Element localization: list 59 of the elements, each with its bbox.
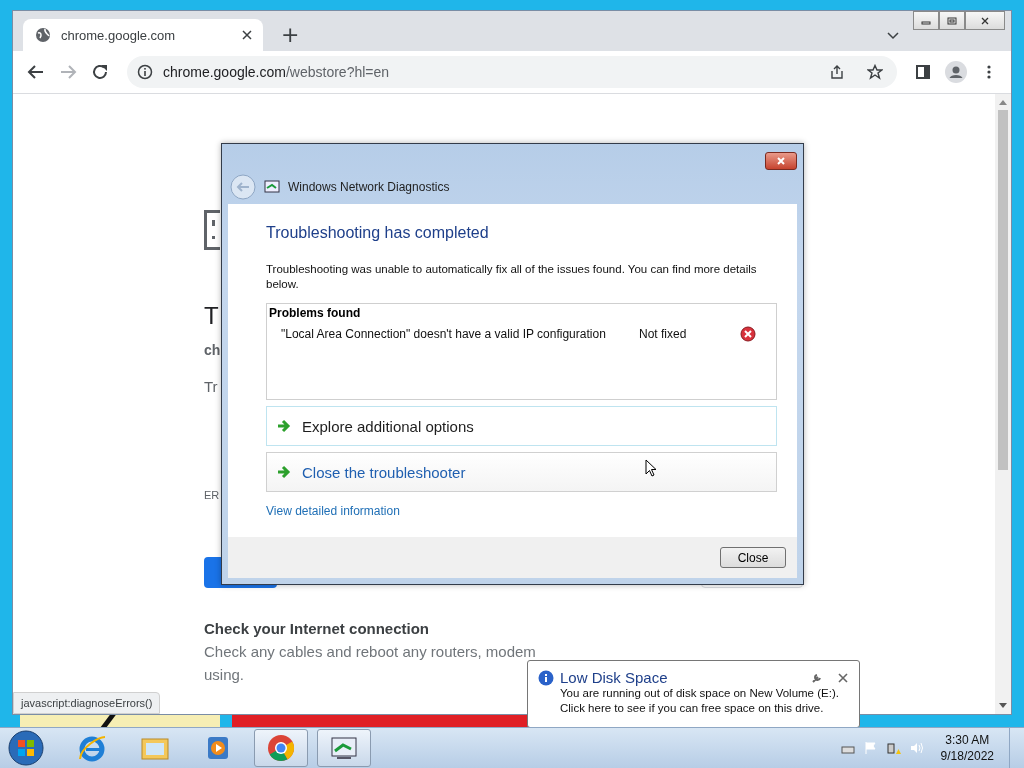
problem-description: "Local Area Connection" doesn't have a valid IP configuration [281, 327, 607, 341]
scrollbar[interactable] [995, 94, 1011, 714]
details-link[interactable]: View detailed information [266, 504, 400, 518]
arrow-icon [277, 465, 291, 479]
error-code: ER [204, 489, 220, 501]
notification-text: Click here to see if you can free space on this drive. [559, 701, 825, 716]
dialog-heading: Troubleshooting has completed [266, 224, 490, 242]
command-link[interactable]: Explore additional options [266, 406, 777, 446]
start-button[interactable] [8, 730, 44, 766]
info-icon [137, 64, 153, 80]
chrome-icon [266, 733, 296, 763]
profile-icon[interactable] [945, 61, 967, 83]
problems-header: Problems found [269, 306, 362, 320]
maximize-button[interactable] [939, 11, 965, 30]
arrow-icon [277, 419, 291, 433]
globe-icon [35, 27, 51, 43]
address-bar[interactable]: chrome.google.com/webstore?hl=en [127, 56, 897, 88]
section-text: Check any cables and reboot any routers, modem [204, 643, 536, 660]
taskbar-app[interactable] [254, 729, 308, 767]
section-title: Check your Internet connection [204, 620, 430, 637]
dialog-title: Windows Network Diagnostics [288, 180, 450, 194]
close-icon[interactable] [837, 671, 849, 684]
scroll-down-icon[interactable] [999, 703, 1007, 709]
notification-balloon[interactable]: Low Disk Space You are running out of disk space on New Volume (E:). Click here to see if you can free space on this drive. [527, 660, 860, 728]
share-icon[interactable] [829, 64, 845, 80]
document-icon [204, 210, 220, 250]
browser-tab[interactable]: chrome.google.com [23, 19, 263, 51]
star-icon[interactable] [867, 64, 883, 80]
back-icon[interactable] [27, 63, 45, 81]
reload-icon[interactable] [91, 63, 109, 81]
page-hint: Tr [204, 378, 218, 395]
maximize-icon [947, 16, 957, 25]
status-url: javascript:diagnoseErrors() [13, 692, 161, 714]
close-icon [980, 16, 990, 25]
notification-text: You are running out of disk space on New Volume (E:). [559, 686, 840, 701]
dialog-message: Troubleshooting was unable to automatically fix all of the issues found. You can find more details below. [266, 262, 758, 292]
close-button[interactable] [765, 152, 797, 170]
close-icon [775, 156, 787, 166]
side-panel-icon[interactable] [915, 64, 931, 80]
info-icon [538, 669, 554, 686]
problem-status: Not fixed [639, 327, 688, 341]
notification-title: Low Disk Space [560, 669, 668, 686]
cursor-icon [645, 459, 657, 477]
command-link[interactable]: Close the troubleshooter [266, 452, 777, 492]
network-icon [264, 179, 280, 195]
forward-icon[interactable] [59, 63, 77, 81]
close-button[interactable]: Close [720, 547, 786, 568]
minimize-button[interactable] [913, 11, 939, 30]
close-icon[interactable] [241, 29, 253, 41]
network-warning-icon[interactable] [886, 741, 901, 755]
section-text: using. [204, 666, 245, 683]
page-heading: T [204, 302, 219, 330]
clock[interactable]: 3:30 AM 9/18/2022 [940, 732, 994, 764]
chevron-down-icon[interactable] [887, 29, 899, 41]
browser-e-icon [77, 733, 107, 763]
taskbar-app[interactable] [317, 729, 371, 767]
new-tab-button[interactable]: + [275, 22, 306, 47]
page-subheading: ch [204, 342, 221, 358]
scroll-up-icon[interactable] [999, 99, 1007, 105]
